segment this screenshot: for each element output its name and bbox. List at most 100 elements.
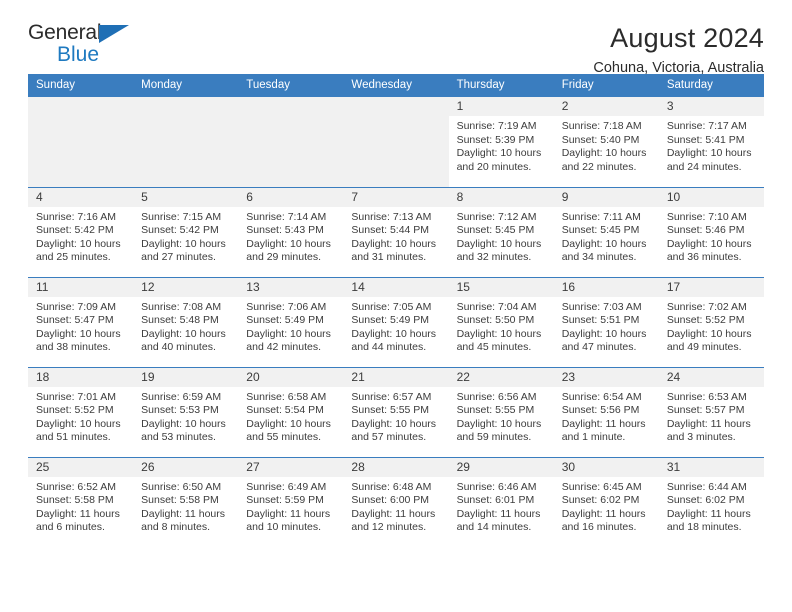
day-cell[interactable]: 2 Sunrise: 7:18 AM Sunset: 5:40 PM Daylight…: [553, 97, 659, 187]
day-number: 5: [133, 187, 239, 207]
day-cell[interactable]: 10 Sunrise: 7:10 AM Sunset: 5:46 PM Dayligh…: [658, 186, 764, 277]
daylight-line-1: Daylight: 11 hours: [561, 507, 646, 520]
day-cell[interactable]: 16 Sunrise: 7:03 AM Sunset: 5:51 PM Dayligh…: [553, 276, 659, 367]
day-sun-info: Sunrise: 7:13 AM Sunset: 5:44 PM Daylight:…: [343, 207, 448, 265]
day-cell[interactable]: 18 Sunrise: 7:01 AM Sunset: 5:52 PM Dayligh…: [28, 366, 134, 457]
daylight-line-1: Daylight: 10 hours: [456, 327, 542, 340]
day-sun-info: Sunrise: 6:53 AM Sunset: 5:57 PM Daylight:…: [659, 387, 764, 445]
sunrise-time: Sunrise: 6:54 AM: [561, 390, 642, 403]
day-number: 21: [343, 367, 449, 387]
sunrise-time: Sunrise: 6:53 AM: [666, 390, 747, 403]
sunrise-time: Sunrise: 7:08 AM: [141, 300, 222, 313]
sunset-time: Sunset: 5:45 PM: [561, 224, 640, 237]
day-cell[interactable]: 4 Sunrise: 7:16 AM Sunset: 5:42 PM Daylight…: [28, 186, 134, 277]
day-sun-info: Sunrise: 6:59 AM Sunset: 5:53 PM Daylight:…: [133, 387, 238, 445]
daylight-line-1: Daylight: 10 hours: [351, 237, 437, 250]
day-cell[interactable]: 7 Sunrise: 7:13 AM Sunset: 5:44 PM Daylight…: [343, 186, 449, 277]
daylight-line-1: Daylight: 10 hours: [456, 147, 542, 160]
day-number: 3: [658, 97, 764, 116]
page-header: General Blue August 2024 Cohuna, Victori…: [28, 0, 764, 76]
sunrise-time: Sunrise: 7:02 AM: [666, 300, 747, 313]
day-sun-info: Sunrise: 6:45 AM Sunset: 6:02 PM Daylight:…: [554, 477, 659, 535]
sunset-time: Sunset: 5:50 PM: [456, 314, 535, 327]
day-cell[interactable]: 9 Sunrise: 7:11 AM Sunset: 5:45 PM Daylight…: [553, 186, 659, 277]
sunrise-sunset-calendar: Sunday Monday Tuesday Wednesday Thursday Frid…: [28, 74, 764, 547]
daylight-line-2: and 10 minutes.: [246, 521, 321, 534]
day-cell[interactable]: 5 Sunrise: 7:15 AM Sunset: 5:42 PM Daylight…: [133, 186, 239, 277]
day-cell[interactable]: 11 Sunrise: 7:09 AM Sunset: 5:47 PM Dayligh…: [28, 276, 134, 367]
day-number: 20: [238, 367, 344, 387]
weekday-header-tuesday: Tuesday: [238, 74, 344, 97]
day-cell[interactable]: 14 Sunrise: 7:05 AM Sunset: 5:49 PM Dayligh…: [343, 276, 449, 367]
general-blue-logo[interactable]: General Blue: [28, 22, 146, 70]
daylight-line-2: and 32 minutes.: [456, 251, 532, 264]
day-number: 31: [658, 457, 764, 477]
daylight-line-1: Daylight: 10 hours: [351, 417, 437, 430]
day-cell[interactable]: 3 Sunrise: 7:17 AM Sunset: 5:41 PM Daylight…: [658, 97, 764, 187]
sunset-time: Sunset: 5:49 PM: [246, 314, 324, 327]
day-cell[interactable]: 22 Sunrise: 6:56 AM Sunset: 5:55 PM Dayligh…: [448, 366, 554, 457]
sunrise-time: Sunrise: 7:04 AM: [456, 300, 537, 313]
daylight-line-2: and 53 minutes.: [141, 431, 216, 444]
day-cell[interactable]: 6 Sunrise: 7:14 AM Sunset: 5:43 PM Daylight…: [238, 186, 344, 277]
day-number: 22: [448, 367, 554, 387]
day-sun-info: Sunrise: 7:05 AM Sunset: 5:49 PM Daylight:…: [343, 297, 448, 355]
day-cell[interactable]: 8 Sunrise: 7:12 AM Sunset: 5:45 PM Daylight…: [448, 186, 554, 277]
daylight-line-1: Daylight: 11 hours: [456, 507, 541, 520]
day-number: 1: [448, 97, 554, 116]
day-number: 15: [448, 277, 554, 297]
sunrise-time: Sunrise: 7:03 AM: [561, 300, 642, 313]
day-number: 19: [133, 367, 239, 387]
day-sun-info: Sunrise: 7:01 AM Sunset: 5:52 PM Daylight:…: [28, 387, 133, 445]
sunrise-time: Sunrise: 7:15 AM: [141, 210, 222, 223]
daylight-line-2: and 34 minutes.: [561, 251, 637, 264]
day-number: 30: [553, 457, 659, 477]
day-sun-info: Sunrise: 7:04 AM Sunset: 5:50 PM Daylight:…: [449, 297, 554, 355]
sunrise-time: Sunrise: 7:13 AM: [351, 210, 432, 223]
day-cell[interactable]: 12 Sunrise: 7:08 AM Sunset: 5:48 PM Dayligh…: [133, 276, 239, 367]
sunrise-time: Sunrise: 7:16 AM: [36, 210, 116, 223]
daylight-line-1: Daylight: 10 hours: [141, 327, 226, 340]
day-cell[interactable]: 21 Sunrise: 6:57 AM Sunset: 5:55 PM Dayligh…: [343, 366, 449, 457]
sunset-time: Sunset: 5:48 PM: [141, 314, 219, 327]
day-number: 10: [658, 187, 764, 207]
sunset-time: Sunset: 5:47 PM: [36, 314, 114, 327]
sunset-time: Sunset: 5:59 PM: [246, 494, 324, 507]
day-cell[interactable]: 27 Sunrise: 6:49 AM Sunset: 5:59 PM Dayligh…: [238, 456, 344, 547]
day-cell[interactable]: 24 Sunrise: 6:53 AM Sunset: 5:57 PM Dayligh…: [658, 366, 764, 457]
day-cell[interactable]: 26 Sunrise: 6:50 AM Sunset: 5:58 PM Dayligh…: [133, 456, 239, 547]
daylight-line-2: and 3 minutes.: [666, 431, 736, 444]
day-number: 4: [28, 187, 134, 207]
day-number: 8: [448, 187, 554, 207]
day-cell[interactable]: 31 Sunrise: 6:44 AM Sunset: 6:02 PM Dayligh…: [658, 456, 764, 547]
day-cell[interactable]: 29 Sunrise: 6:46 AM Sunset: 6:01 PM Dayligh…: [448, 456, 554, 547]
daylight-line-2: and 44 minutes.: [351, 341, 427, 354]
day-cell[interactable]: 30 Sunrise: 6:45 AM Sunset: 6:02 PM Dayligh…: [553, 456, 659, 547]
sunrise-time: Sunrise: 6:58 AM: [246, 390, 327, 403]
day-number: [28, 97, 134, 116]
day-cell[interactable]: 23 Sunrise: 6:54 AM Sunset: 5:56 PM Dayligh…: [553, 366, 659, 457]
day-cell[interactable]: 13 Sunrise: 7:06 AM Sunset: 5:49 PM Dayligh…: [238, 276, 344, 367]
day-cell[interactable]: 15 Sunrise: 7:04 AM Sunset: 5:50 PM Dayligh…: [448, 276, 554, 367]
day-cell[interactable]: 1 Sunrise: 7:19 AM Sunset: 5:39 PM Daylight…: [448, 97, 554, 187]
sunset-time: Sunset: 6:02 PM: [561, 494, 640, 507]
day-cell[interactable]: 28 Sunrise: 6:48 AM Sunset: 6:00 PM Dayligh…: [343, 456, 449, 547]
sunset-time: Sunset: 5:42 PM: [36, 224, 114, 237]
day-sun-info: Sunrise: 7:19 AM Sunset: 5:39 PM Daylight:…: [449, 116, 554, 174]
day-cell[interactable]: 19 Sunrise: 6:59 AM Sunset: 5:53 PM Dayligh…: [133, 366, 239, 457]
sunset-time: Sunset: 6:00 PM: [351, 494, 430, 507]
day-number: 13: [238, 277, 344, 297]
daylight-line-1: Daylight: 11 hours: [561, 417, 646, 430]
day-sun-info: Sunrise: 6:48 AM Sunset: 6:00 PM Daylight:…: [343, 477, 448, 535]
day-cell[interactable]: 20 Sunrise: 6:58 AM Sunset: 5:54 PM Dayligh…: [238, 366, 344, 457]
sunset-time: Sunset: 5:49 PM: [351, 314, 430, 327]
day-cell[interactable]: 25 Sunrise: 6:52 AM Sunset: 5:58 PM Dayligh…: [28, 456, 134, 547]
day-sun-info: Sunrise: 7:08 AM Sunset: 5:48 PM Daylight:…: [133, 297, 238, 355]
daylight-line-2: and 27 minutes.: [141, 251, 216, 264]
daylight-line-2: and 8 minutes.: [141, 521, 211, 534]
day-number: 9: [553, 187, 659, 207]
sunset-time: Sunset: 5:44 PM: [351, 224, 430, 237]
day-cell[interactable]: 17 Sunrise: 7:02 AM Sunset: 5:52 PM Dayligh…: [658, 276, 764, 367]
day-sun-info: Sunrise: 6:46 AM Sunset: 6:01 PM Daylight:…: [449, 477, 554, 535]
daylight-line-1: Daylight: 10 hours: [666, 327, 752, 340]
